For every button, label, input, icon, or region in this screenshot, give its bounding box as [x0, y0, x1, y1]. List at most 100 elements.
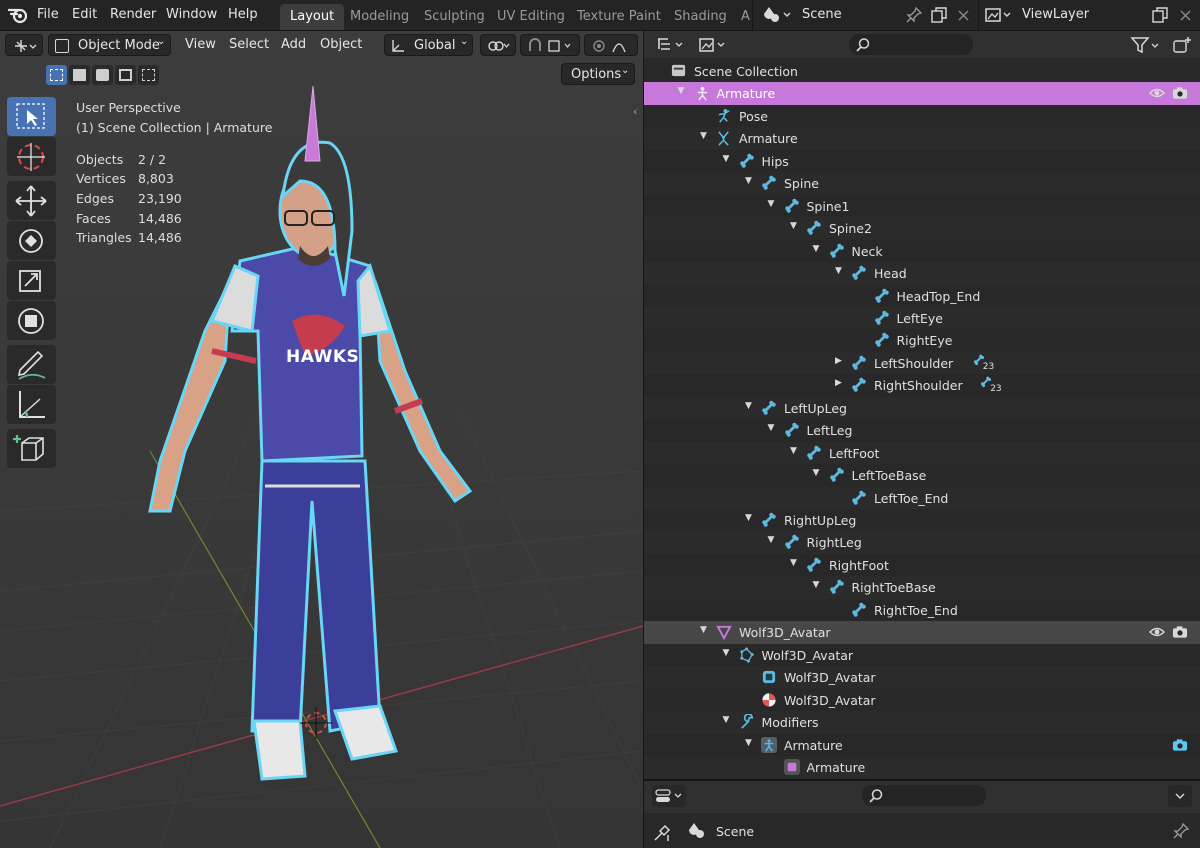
disclosure-expanded-icon[interactable]: ▼	[700, 131, 707, 141]
disclosure-collapsed-icon[interactable]: ▶	[835, 356, 842, 366]
disclosure-collapsed-icon[interactable]: ▶	[835, 378, 842, 388]
bone-icon[interactable]	[761, 175, 777, 191]
outliner-row-label[interactable]: RightShoulder	[874, 378, 963, 393]
new-scene-icon[interactable]	[930, 6, 948, 24]
mesh-object-icon[interactable]	[716, 624, 732, 641]
outliner-row-label[interactable]: LeftEye	[897, 311, 944, 326]
outliner-editor-type-icon[interactable]	[656, 36, 688, 54]
outliner-row-label[interactable]: RightUpLeg	[784, 513, 856, 528]
tool-move[interactable]	[7, 181, 56, 220]
outliner-row-label[interactable]: Wolf3D_Avatar	[739, 625, 831, 640]
menu-render[interactable]: Render	[110, 7, 156, 22]
tab-texture-paint[interactable]: Texture Paint	[567, 4, 671, 30]
outliner-row-label[interactable]: Wolf3D_Avatar	[784, 670, 876, 685]
render-camera-icon[interactable]	[1172, 625, 1188, 639]
outliner-row[interactable]: ▼ Head	[644, 262, 1200, 285]
disclosure-expanded-icon[interactable]: ▼	[745, 176, 752, 186]
outliner-row[interactable]: ▼ Armature	[644, 82, 1200, 105]
material-sphere-icon[interactable]	[761, 692, 777, 708]
outliner-row-label[interactable]: Pose	[739, 109, 768, 124]
bone-icon[interactable]	[829, 243, 845, 259]
bone-icon[interactable]	[851, 355, 867, 371]
tool-annotate[interactable]	[7, 345, 56, 384]
outliner-row-label[interactable]: Scene Collection	[694, 64, 798, 79]
view-layer-icon[interactable]	[984, 6, 1014, 24]
outliner-row-label[interactable]: Neck	[852, 244, 883, 259]
bone-icon[interactable]	[829, 467, 845, 483]
3d-viewport[interactable]: HAWKS Object Mode ⌄ View Select Add Obje…	[0, 31, 643, 848]
outliner-row-label[interactable]: Hips	[762, 154, 789, 169]
outliner-row-label[interactable]: Spine1	[807, 199, 850, 214]
wrench-icon[interactable]	[739, 714, 755, 730]
tab-sculpting[interactable]: Sculpting	[414, 4, 495, 30]
menu-file[interactable]: File	[37, 7, 59, 22]
bone-icon[interactable]	[874, 332, 890, 348]
outliner-row[interactable]: HeadTop_End	[644, 285, 1200, 308]
new-view-layer-icon[interactable]	[1151, 6, 1169, 24]
outliner-row-label[interactable]: Armature	[784, 738, 843, 753]
tab-shading[interactable]: Shading	[664, 4, 737, 30]
outliner-row[interactable]: Wolf3D_Avatar	[644, 666, 1200, 689]
tab-layout[interactable]: Layout	[280, 4, 345, 30]
disclosure-expanded-icon[interactable]: ▼	[790, 221, 797, 231]
bone-icon[interactable]	[784, 198, 800, 214]
outliner-row[interactable]: ▼ Wolf3D_Avatar	[644, 621, 1200, 644]
armature-object-icon[interactable]	[694, 85, 710, 101]
view-layer-name[interactable]: ViewLayer	[1022, 7, 1089, 22]
outliner-search-input[interactable]	[849, 34, 973, 55]
outliner-row-label[interactable]: Modifiers	[762, 715, 819, 730]
scene-name[interactable]: Scene	[802, 7, 842, 22]
options-dropdown[interactable]: Options ⌄	[561, 63, 635, 85]
disclosure-expanded-icon[interactable]: ▼	[700, 625, 707, 635]
outliner-row[interactable]: Pose	[644, 105, 1200, 128]
render-camera-icon[interactable]	[1172, 86, 1188, 100]
disclosure-expanded-icon[interactable]: ▼	[835, 266, 842, 276]
outliner-row-label[interactable]: Armature	[717, 86, 776, 101]
properties-editor-type-icon[interactable]	[652, 785, 686, 807]
disclosure-expanded-icon[interactable]: ▼	[678, 86, 685, 96]
disclosure-expanded-icon[interactable]: ▼	[723, 154, 730, 164]
object-mode-dropdown[interactable]: Object Mode ⌄	[48, 34, 171, 56]
tool-cursor[interactable]	[7, 137, 56, 176]
outliner-row-label[interactable]: RightLeg	[807, 535, 862, 550]
disclosure-expanded-icon[interactable]: ▼	[813, 468, 820, 478]
outliner-row-label[interactable]: RightToeBase	[852, 580, 936, 595]
bone-icon[interactable]	[829, 579, 845, 595]
disclosure-expanded-icon[interactable]: ▼	[723, 648, 730, 658]
close-scene-icon[interactable]	[956, 6, 972, 24]
proportional-editing-button[interactable]	[584, 34, 638, 56]
tab-modeling[interactable]: Modeling	[340, 4, 419, 30]
outliner-row[interactable]: Scene Collection	[644, 60, 1200, 83]
menu-help[interactable]: Help	[228, 7, 258, 22]
disclosure-expanded-icon[interactable]: ▼	[768, 535, 775, 545]
menu-view[interactable]: View	[185, 37, 216, 52]
render-camera-icon[interactable]	[1172, 738, 1188, 752]
mesh-data-icon[interactable]	[739, 647, 755, 663]
pivot-point-button[interactable]	[480, 34, 516, 56]
properties-search-input[interactable]	[862, 785, 986, 806]
bone-icon[interactable]	[851, 265, 867, 281]
tool-scale[interactable]	[7, 261, 56, 300]
bone-icon[interactable]	[851, 490, 867, 506]
disclosure-expanded-icon[interactable]: ▼	[768, 199, 775, 209]
disclosure-expanded-icon[interactable]: ▼	[790, 558, 797, 568]
select-subtract-icon[interactable]	[92, 65, 113, 85]
visibility-eye-icon[interactable]	[1149, 86, 1165, 100]
menu-edit[interactable]: Edit	[72, 7, 97, 22]
outliner-row[interactable]: ▼ RightUpLeg	[644, 509, 1200, 532]
tool-transform[interactable]	[7, 301, 56, 340]
outliner-row-label[interactable]: Wolf3D_Avatar	[784, 693, 876, 708]
outliner-row-label[interactable]: Armature	[807, 760, 866, 775]
outliner-row[interactable]: ▼ Neck	[644, 240, 1200, 263]
tab-uv-editing[interactable]: UV Editing	[487, 4, 575, 30]
blender-logo-icon[interactable]	[7, 6, 28, 24]
disclosure-expanded-icon[interactable]: ▼	[745, 513, 752, 523]
bone-icon[interactable]	[851, 377, 867, 393]
tool-add-cube[interactable]	[7, 429, 56, 468]
outliner-row-label[interactable]: LeftFoot	[829, 446, 879, 461]
tab-animation-truncated[interactable]: A	[731, 4, 752, 30]
outliner-row-label[interactable]: Spine	[784, 176, 819, 191]
outliner-row[interactable]: ▼ Armature	[644, 734, 1200, 757]
object-data-icon[interactable]	[783, 758, 800, 775]
bone-icon[interactable]	[784, 422, 800, 438]
